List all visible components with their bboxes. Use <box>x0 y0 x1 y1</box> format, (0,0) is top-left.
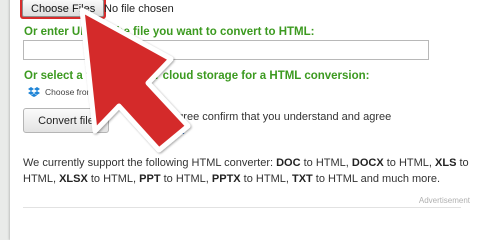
dropbox-chooser[interactable]: Choose from Dropbox <box>28 87 128 97</box>
format-ppt: PPT <box>139 173 161 185</box>
supported-formats-text: We currently support the following HTML … <box>23 155 471 187</box>
dropbox-label: Choose from Dropbox <box>45 87 129 97</box>
no-file-chosen-text: No file chosen <box>104 3 174 15</box>
format-separator: to HTML, <box>300 157 352 169</box>
divider <box>23 207 461 208</box>
format-separator: to HTML, <box>383 157 436 169</box>
format-separator: to HTML, <box>240 173 292 185</box>
confirm-text: (and agree confirm that you understand a… <box>146 111 392 123</box>
url-input[interactable] <box>23 40 429 60</box>
format-separator: to HTML and much more. <box>312 173 441 185</box>
terms-link[interactable]: to terms <box>148 124 184 135</box>
url-section-label: Or enter URL of the file you want to con… <box>24 26 315 38</box>
format-txt: TXT <box>291 173 313 185</box>
cloud-section-label: Or select a file from your cloud storage… <box>24 70 370 82</box>
format-pptx: PPTX <box>211 173 241 185</box>
format-doc: DOC <box>276 157 301 169</box>
format-separator: to HTML, <box>87 173 140 185</box>
advertisement-label: Advertisement <box>418 196 470 205</box>
format-xlsx: XLSX <box>59 173 88 185</box>
support-intro: We currently support the following HTML … <box>23 157 274 169</box>
format-docx: DOCX <box>351 157 384 169</box>
choose-files-button[interactable]: Choose Files <box>22 0 105 17</box>
convert-file-button[interactable]: Convert file <box>23 108 109 133</box>
choose-files-highlight: Choose Files <box>20 0 107 19</box>
dropbox-icon <box>28 87 40 97</box>
format-xls: XLS <box>435 157 457 169</box>
format-separator: to HTML, <box>160 173 212 185</box>
